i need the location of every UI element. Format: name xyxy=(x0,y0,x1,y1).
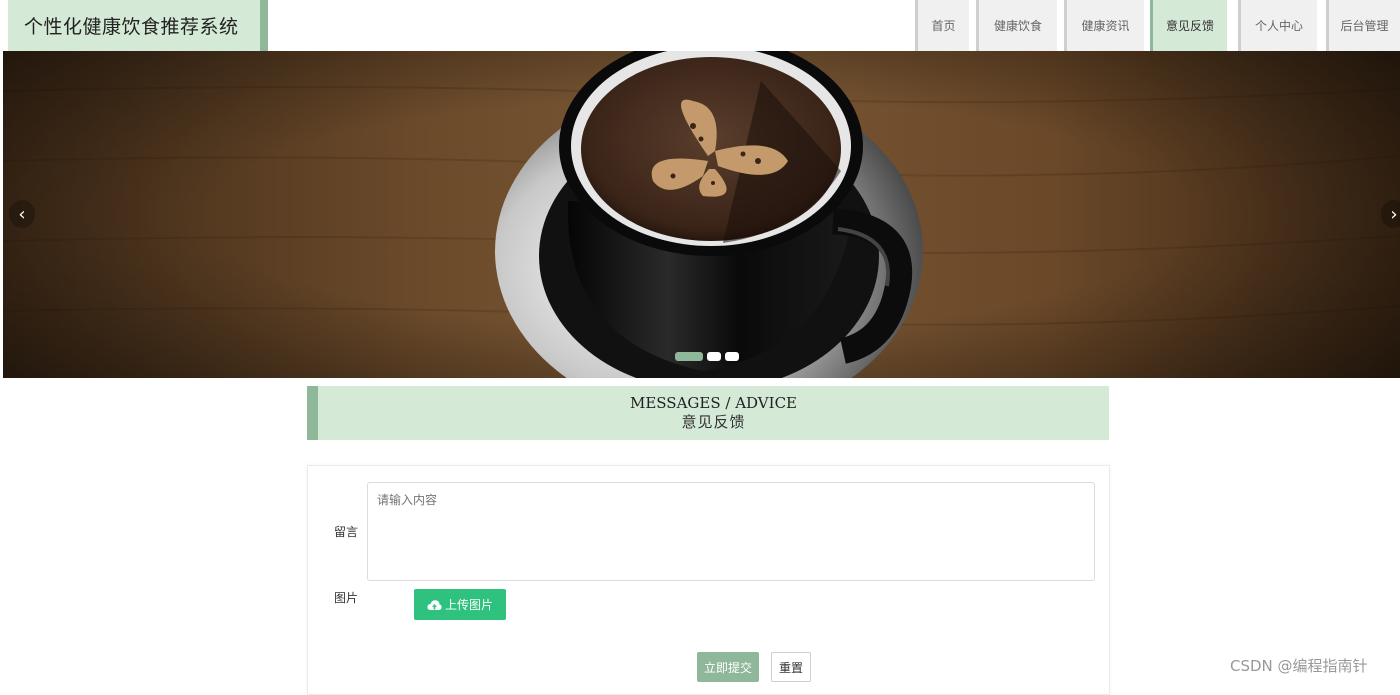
banner-carousel[interactable]: ‹ › xyxy=(3,51,1400,378)
upload-image-label: 上传图片 xyxy=(444,598,493,612)
chevron-left-icon: ‹ xyxy=(18,203,26,225)
carousel-dot-2[interactable] xyxy=(707,352,721,361)
message-label: 留言 xyxy=(334,525,359,539)
nav-item-admin[interactable]: 后台管理 xyxy=(1326,0,1400,51)
cloud-upload-icon xyxy=(427,599,442,610)
feedback-form: 留言 图片 上传图片 立即提交 重置 xyxy=(307,465,1110,695)
carousel-dot-3[interactable] xyxy=(725,352,739,361)
carousel-next-button[interactable]: › xyxy=(1381,200,1400,228)
main-nav: 首页 健康饮食 健康资讯 意见反馈 个人中心 后台管理 xyxy=(0,0,1400,51)
section-heading: MESSAGES / ADVICE 意见反馈 xyxy=(307,386,1109,440)
carousel-prev-button[interactable]: ‹ xyxy=(9,200,35,228)
section-title-cn: 意见反馈 xyxy=(681,413,746,431)
banner-coffee-image xyxy=(3,51,1400,378)
top-header: 个性化健康饮食推荐系统 首页 健康饮食 健康资讯 意见反馈 个人中心 后台管理 xyxy=(0,0,1400,51)
carousel-indicators xyxy=(675,352,739,361)
carousel-dot-1[interactable] xyxy=(675,352,703,361)
nav-item-feedback[interactable]: 意见反馈 xyxy=(1150,0,1227,51)
nav-item-user-center[interactable]: 个人中心 xyxy=(1238,0,1317,51)
message-textarea[interactable] xyxy=(367,482,1095,581)
image-label: 图片 xyxy=(334,591,359,605)
nav-item-health-news[interactable]: 健康资讯 xyxy=(1064,0,1144,51)
section-title-en: MESSAGES / ADVICE xyxy=(629,394,797,412)
nav-item-healthy-diet[interactable]: 健康饮食 xyxy=(976,0,1057,51)
csdn-watermark: CSDN @编程指南针 xyxy=(1230,657,1368,675)
upload-image-button[interactable]: 上传图片 xyxy=(414,589,506,620)
reset-button[interactable]: 重置 xyxy=(771,652,811,682)
chevron-right-icon: › xyxy=(1390,203,1398,225)
submit-button[interactable]: 立即提交 xyxy=(697,652,759,682)
nav-item-home[interactable]: 首页 xyxy=(915,0,969,51)
